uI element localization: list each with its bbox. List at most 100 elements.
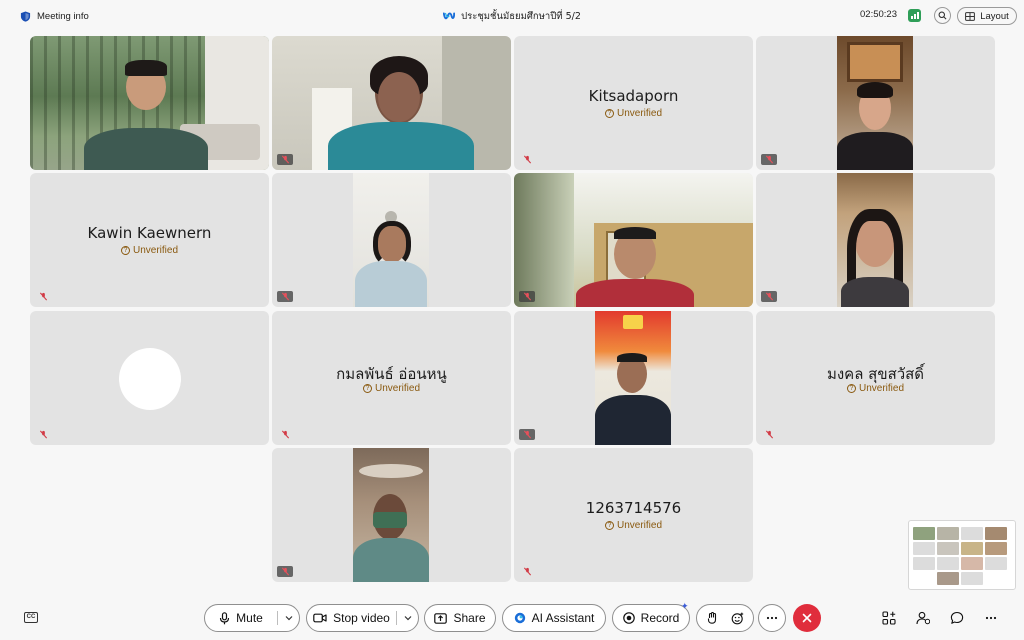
unverified-status: ? Unverified — [514, 108, 753, 119]
mic-off-badge — [35, 291, 51, 302]
participant-tile[interactable] — [756, 173, 995, 307]
reactions-group[interactable] — [696, 604, 754, 632]
participants-icon — [916, 611, 930, 625]
mic-off-icon — [281, 430, 289, 439]
ai-assistant-button[interactable]: AI Assistant — [502, 604, 606, 632]
mic-off-icon — [281, 155, 289, 164]
mic-off-badge — [519, 429, 535, 440]
question-icon: ? — [604, 109, 614, 118]
share-label: Share — [453, 611, 486, 625]
mic-off-icon — [765, 430, 773, 439]
unverified-status: ? Unverified — [30, 245, 269, 256]
avatar — [119, 348, 181, 410]
mic-off-icon — [765, 292, 773, 301]
emoji-reaction-icon[interactable] — [731, 612, 744, 625]
participant-tile[interactable]: มงคล สุขสวัสดิ์ ? Unverified — [756, 311, 995, 445]
video-feed — [353, 173, 429, 307]
more-panels-button[interactable] — [983, 610, 999, 626]
mic-off-badge — [35, 154, 51, 165]
video-feed — [30, 36, 269, 170]
share-screen-icon — [434, 612, 448, 624]
mic-off-icon — [523, 567, 531, 576]
video-feed — [837, 36, 913, 170]
microphone-icon — [220, 611, 230, 624]
raise-hand-icon[interactable] — [707, 612, 717, 624]
mic-off-badge — [519, 291, 535, 302]
signal-bars-icon[interactable] — [908, 9, 921, 22]
participant-tile[interactable] — [272, 448, 511, 582]
unverified-label: Unverified — [858, 383, 905, 394]
mic-off-icon — [39, 430, 47, 439]
unverified-label: Unverified — [616, 108, 663, 119]
stop-video-button[interactable]: Stop video — [306, 604, 419, 632]
mic-off-badge — [277, 429, 293, 440]
chevron-down-icon[interactable] — [285, 615, 293, 621]
closed-captions-button[interactable]: CC — [24, 612, 38, 623]
participant-name: Kawin Kaewnern — [87, 224, 212, 242]
participant-tile[interactable] — [514, 311, 753, 445]
participant-tile[interactable] — [272, 173, 511, 307]
participant-tile[interactable]: กมลพันธ์ อ่อนหนู ? Unverified — [272, 311, 511, 445]
apps-button[interactable] — [881, 610, 897, 626]
question-icon: ? — [120, 246, 130, 255]
self-view-thumbnail[interactable] — [908, 520, 1016, 590]
mic-off-badge — [519, 566, 535, 577]
video-feed — [353, 448, 429, 582]
mic-off-badge — [35, 429, 51, 440]
more-horizontal-icon — [985, 616, 997, 620]
participant-tile[interactable]: Kitsadaporn ? Unverified — [514, 36, 753, 170]
participant-tile[interactable] — [30, 311, 269, 445]
unverified-label: Unverified — [616, 520, 663, 531]
video-feed — [837, 173, 913, 307]
mic-off-icon — [281, 567, 289, 576]
more-horizontal-icon — [766, 616, 778, 620]
video-feed — [595, 311, 671, 445]
apps-icon — [882, 611, 896, 625]
mute-button[interactable]: Mute — [204, 604, 300, 632]
participant-name: Kitsadaporn — [588, 87, 679, 105]
mic-off-icon — [523, 155, 531, 164]
participant-tile[interactable] — [30, 36, 269, 170]
participants-button[interactable] — [915, 610, 931, 626]
unverified-label: Unverified — [374, 383, 421, 394]
mic-off-badge — [519, 154, 535, 165]
record-label: Record — [640, 611, 680, 625]
video-feed — [272, 36, 511, 170]
unverified-status: ? Unverified — [514, 520, 753, 531]
more-options-button[interactable] — [758, 604, 786, 632]
ai-assistant-label: AI Assistant — [531, 611, 595, 625]
unverified-label: Unverified — [132, 245, 179, 256]
mic-off-icon — [765, 155, 773, 164]
mic-off-badge — [277, 291, 293, 302]
magnifier-icon — [938, 11, 947, 20]
chat-bubble-icon — [950, 611, 964, 624]
webex-logo-icon — [443, 12, 456, 20]
participant-tile[interactable]: 1263714576 ? Unverified — [514, 448, 753, 582]
participant-tile[interactable] — [514, 173, 753, 307]
participant-tile[interactable] — [272, 36, 511, 170]
participant-tile[interactable] — [756, 36, 995, 170]
unverified-status: ? Unverified — [756, 383, 995, 394]
mic-off-badge — [761, 154, 777, 165]
cc-label: CC — [26, 614, 36, 620]
top-bar: Meeting info ประชุมชั้นมัธยมศึกษาปีที่ 5… — [0, 0, 1024, 32]
layout-button[interactable]: Layout — [957, 7, 1017, 25]
leave-meeting-button[interactable] — [793, 604, 821, 632]
close-icon — [802, 613, 812, 623]
mic-off-icon — [523, 292, 531, 301]
unverified-status: ? Unverified — [272, 383, 511, 394]
chevron-down-icon[interactable] — [404, 615, 412, 621]
meeting-clock: 02:50:23 — [860, 9, 897, 20]
grid-layout-icon — [965, 11, 976, 21]
participant-tile[interactable]: Kawin Kaewnern ? Unverified — [30, 173, 269, 307]
mic-off-icon — [281, 292, 289, 301]
ai-assistant-icon — [514, 612, 525, 624]
share-button[interactable]: Share — [424, 604, 496, 632]
chat-button[interactable] — [949, 610, 965, 626]
mute-label: Mute — [236, 611, 263, 625]
mic-off-badge — [277, 154, 293, 165]
zoom-button[interactable] — [934, 7, 951, 24]
record-button[interactable]: Record — [612, 604, 690, 632]
sparkle-icon: ✦ — [681, 601, 689, 611]
video-camera-icon — [313, 613, 327, 623]
